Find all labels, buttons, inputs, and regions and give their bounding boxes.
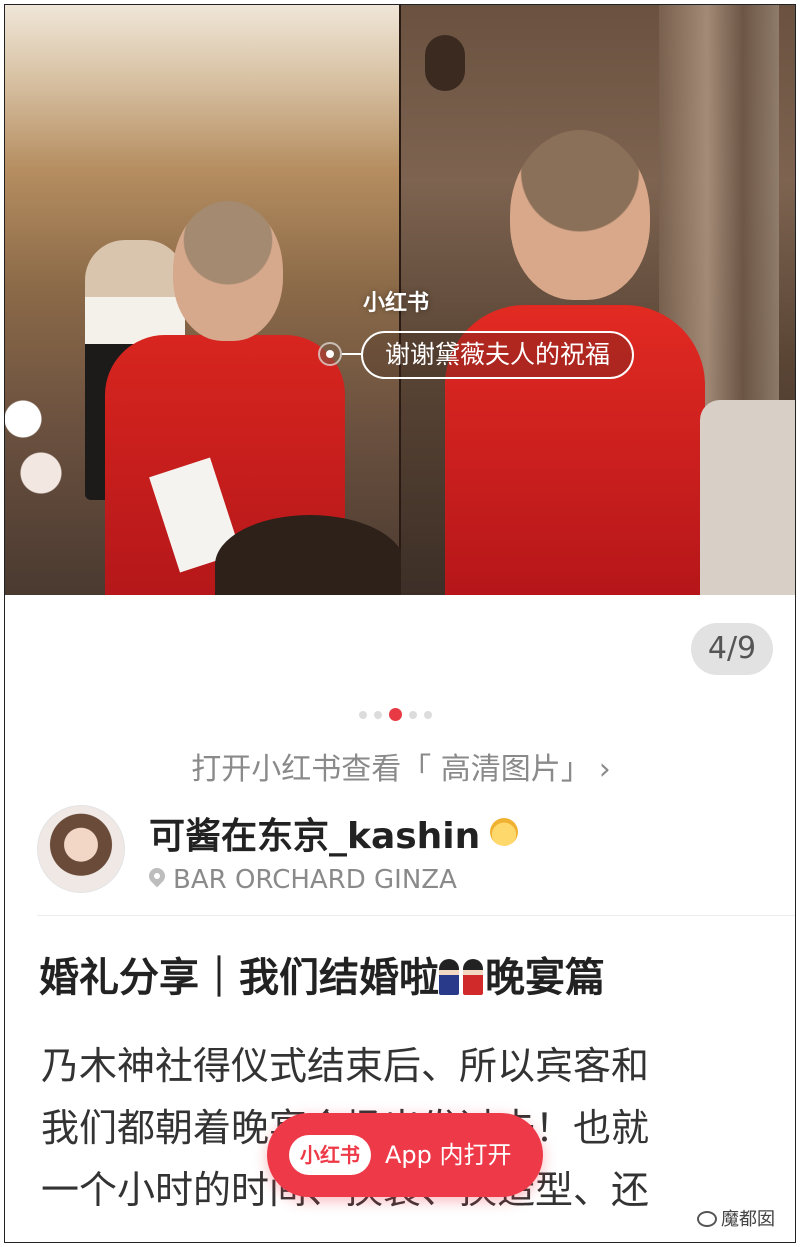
screen: 小红书 谢谢黛薇夫人的祝福 4/9 打开小红书查看「 高清图片」 › 可酱在东京_…	[4, 4, 796, 1243]
post-title: 婚礼分享｜我们结婚啦 晚宴篇	[39, 945, 779, 1003]
open-hd-label: 打开小红书查看「 高清图片」	[191, 752, 591, 787]
chair	[700, 400, 795, 595]
carousel-dot	[359, 710, 367, 719]
corner-watermark-text: 魔都囡	[721, 1209, 775, 1230]
tag-connector	[342, 353, 362, 355]
open-in-app-button[interactable]: 小红书 App 内打开	[267, 1113, 543, 1197]
carousel-dot	[374, 710, 382, 719]
hina-dolls-emoji-icon	[439, 955, 485, 995]
corner-watermark: 魔都囡	[697, 1205, 775, 1231]
open-in-app-label: App 内打开	[385, 1141, 512, 1169]
carousel-dot	[424, 710, 432, 719]
post-title-prefix: 婚礼分享｜我们结婚啦	[39, 955, 439, 1001]
carousel-dots	[359, 708, 432, 721]
chick-badge-icon	[490, 818, 519, 846]
wechat-icon	[697, 1211, 717, 1227]
xiaohongshu-logo: 小红书	[289, 1135, 371, 1175]
tag-dot-icon[interactable]	[318, 342, 342, 366]
flowers	[5, 365, 65, 545]
photo-left	[5, 5, 405, 595]
location-text: BAR ORCHARD GINZA	[173, 865, 457, 895]
xiaohongshu-watermark: 小红书	[363, 291, 430, 316]
open-hd-images-link[interactable]: 打开小红书查看「 高清图片」 ›	[5, 745, 795, 795]
woman-standing-head	[173, 201, 283, 341]
image-carousel[interactable]: 小红书 谢谢黛薇夫人的祝福	[5, 5, 795, 595]
author-row: 可酱在东京_kashin BAR ORCHARD GINZA	[37, 805, 767, 915]
author-name-text: 可酱在东京_kashin	[149, 816, 481, 857]
carousel-dot-active	[389, 708, 402, 721]
woman-seated-head	[510, 130, 650, 300]
divider	[37, 915, 795, 916]
image-counter: 4/9	[691, 623, 773, 675]
author-name[interactable]: 可酱在东京_kashin	[149, 807, 519, 859]
carousel-dot	[409, 710, 417, 719]
post-body-line: 乃木神社得仪式结束后、所以宾客和	[41, 1044, 650, 1088]
image-caption-tag[interactable]: 谢谢黛薇夫人的祝福	[361, 331, 635, 379]
chevron-right-icon: ›	[598, 752, 611, 787]
wall-lamp	[425, 35, 465, 91]
post-title-suffix: 晚宴篇	[485, 955, 605, 1001]
location[interactable]: BAR ORCHARD GINZA	[149, 865, 457, 895]
location-pin-icon	[149, 868, 165, 890]
avatar[interactable]	[37, 805, 125, 893]
